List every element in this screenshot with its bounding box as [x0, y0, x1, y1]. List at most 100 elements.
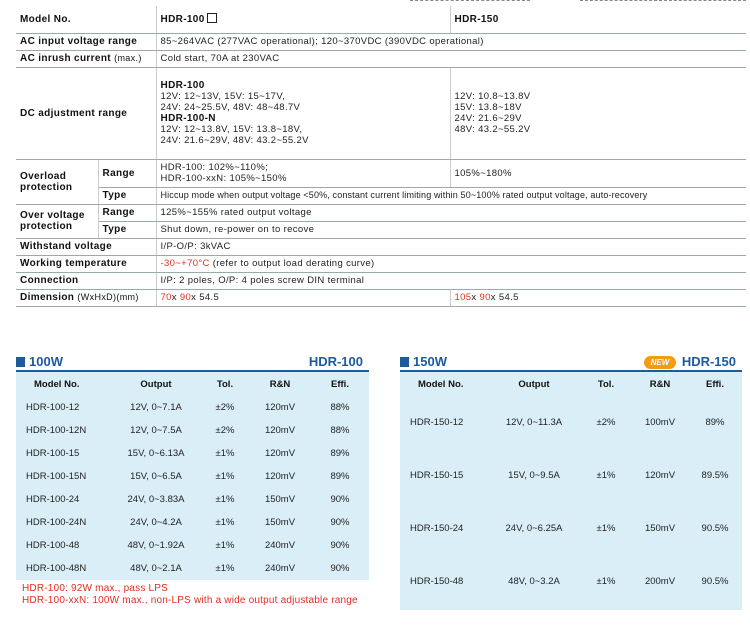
checkbox-square-icon [206, 13, 217, 24]
new-badge: NEW [644, 356, 676, 369]
effi-cell: 90% [330, 540, 350, 551]
overvoltage-type-value: Shut down, re-power on to recove [156, 221, 746, 239]
effi-cell: 89.5% [701, 470, 729, 481]
overvoltage-range-label: Range [98, 204, 157, 222]
row-dimension: Dimension (WxHxD)(mm) 70x 90x 54.5 105x … [16, 289, 746, 307]
table-row: HDR-150-48 48V, 0~3.2A ±1% 200mV 90.5% [400, 555, 742, 608]
ac-input-label: AC input voltage range [16, 33, 157, 51]
overload-range-100-line2: HDR-100-xxN: 105%~150% [160, 173, 287, 184]
col-effi: Effi. [706, 378, 724, 390]
dim100-w: 70 [160, 292, 172, 303]
panel-150w-header: 150W NEW HDR-150 [400, 352, 742, 372]
row-connection: Connection I/P: 2 poles, O/P: 4 poles sc… [16, 272, 746, 290]
tol-cell: ±2% [596, 417, 616, 428]
table-row: HDR-100-24N 24V, 0~4.2A ±1% 150mV 90% [16, 511, 369, 534]
dimension-label: Dimension [20, 292, 75, 303]
overvoltage-label-line2: protection [20, 221, 73, 232]
dc-hdr150-line4: 48V: 43.2~55.2V [454, 124, 531, 135]
rn-cell: 120mV [264, 448, 296, 459]
working-temp-range: -30~+70°C [160, 258, 210, 269]
model-cell: HDR-150-12 [410, 417, 464, 428]
col-rn: R&N [649, 378, 671, 390]
dim100-rest: x 54.5 [191, 292, 220, 303]
row-ac-input: AC input voltage range 85~264VAC (277VAC… [16, 33, 746, 51]
output-cell: 48V, 0~1.92A [127, 540, 185, 551]
tol-cell: ±1% [215, 471, 235, 482]
tol-cell: ±1% [596, 470, 616, 481]
dc-hdr150-line1: 12V: 10.8~13.8V [454, 91, 531, 102]
model-no-label: Model No. [16, 6, 157, 34]
panel-100w: 100W HDR-100 Model No. Output Tol. R&N E… [16, 352, 369, 580]
panel-100w-watt: 100W [29, 354, 63, 369]
rn-cell: 100mV [644, 417, 676, 428]
table-row: HDR-100-15N 15V, 0~6.5A ±1% 120mV 89% [16, 465, 369, 488]
row-overload-type: Type Hiccup mode when output voltage <50… [16, 187, 746, 205]
output-cell: 15V, 0~6.5A [130, 471, 182, 482]
tol-cell: ±2% [215, 425, 235, 436]
table-row: HDR-100-24 24V, 0~3.83A ±1% 150mV 90% [16, 488, 369, 511]
blue-square-icon [16, 357, 25, 367]
table-row: HDR-150-24 24V, 0~6.25A ±1% 150mV 90.5% [400, 502, 742, 555]
col-rn: R&N [269, 378, 291, 390]
dim100-h: 90 [179, 292, 192, 303]
panel-100w-header: 100W HDR-100 [16, 352, 369, 372]
effi-cell: 88% [330, 402, 350, 413]
overvoltage-label-line1: Over voltage [20, 210, 85, 221]
effi-cell: 88% [330, 425, 350, 436]
tol-cell: ±1% [215, 540, 235, 551]
tol-cell: ±2% [215, 402, 235, 413]
model-cell: HDR-100-24N [26, 517, 87, 528]
effi-cell: 90% [330, 563, 350, 574]
col-tol: Tol. [216, 378, 234, 390]
model-cell: HDR-100-48N [26, 563, 87, 574]
row-working-temp: Working temperature -30~+70°C (refer to … [16, 255, 746, 273]
dc-hdr150-line2: 15V: 13.8~18V [454, 102, 522, 113]
dc-adjust-hdr150: 12V: 10.8~13.8V 15V: 13.8~18V 24V: 21.6~… [450, 67, 746, 160]
col-model: Model No. [34, 378, 80, 390]
row-overvoltage-type: Type Shut down, re-power on to recove [16, 221, 746, 239]
row-model-no: Model No. HDR-100 HDR-150 [16, 6, 746, 34]
overload-range-hdr150: 105%~180% [450, 159, 746, 188]
overvoltage-label: Over voltage protection [16, 204, 99, 239]
rn-cell: 150mV [264, 517, 296, 528]
model-cell: HDR-150-24 [410, 523, 464, 534]
dimension-hdr150: 105x 90x 54.5 [450, 289, 746, 307]
overvoltage-type-label: Type [98, 221, 157, 239]
dc-hdr100-line2: 24V: 24~25.5V, 48V: 48~48.7V [160, 102, 301, 113]
dim150-rest: x 54.5 [490, 292, 519, 303]
ac-inrush-label: AC inrush current [20, 53, 111, 64]
ac-inrush-label-cell: AC inrush current (max.) [16, 50, 157, 68]
output-cell: 48V, 0~3.2A [508, 576, 560, 587]
tol-cell: ±1% [215, 448, 235, 459]
effi-cell: 90% [330, 517, 350, 528]
model-cell: HDR-100-15N [26, 471, 87, 482]
withstand-label: Withstand voltage [16, 238, 157, 256]
row-overvoltage-range: Over voltage protection Range 125%~155% … [16, 204, 746, 239]
dim150-x: x [471, 292, 480, 303]
model-cell: HDR-100-24 [26, 494, 80, 505]
effi-cell: 90.5% [701, 576, 729, 587]
working-temp-value: -30~+70°C (refer to output load derating… [156, 255, 746, 273]
model-cell: HDR-100-48 [26, 540, 80, 551]
panel-150w: 150W NEW HDR-150 Model No. Output Tol. R… [400, 352, 742, 610]
dc-adjust-hdr100: HDR-100 12V: 12~13V, 15V: 15~17V, 24V: 2… [156, 67, 451, 160]
rn-cell: 150mV [264, 494, 296, 505]
tol-cell: ±1% [215, 517, 235, 528]
overload-type-value: Hiccup mode when output voltage <50%, co… [156, 187, 746, 205]
model-cell: HDR-150-48 [410, 576, 464, 587]
model-cell: HDR-100-12 [26, 402, 80, 413]
model-table-100w: Model No. Output Tol. R&N Effi. HDR-100-… [16, 372, 369, 580]
row-ac-inrush: AC inrush current (max.) Cold start, 70A… [16, 50, 746, 68]
row-overload-range: Overload protection Range HDR-100: 102%~… [16, 159, 746, 205]
model-hdr100-cell: HDR-100 [156, 6, 451, 34]
working-temp-note: (refer to output load derating curve) [209, 258, 375, 269]
dimension-label-cell: Dimension (WxHxD)(mm) [16, 289, 157, 307]
rn-cell: 120mV [264, 402, 296, 413]
dim100-x: x [171, 292, 180, 303]
model-hdr100: HDR-100 [160, 14, 205, 26]
rn-cell: 120mV [264, 471, 296, 482]
dc-hdr150-line3: 24V: 21.6~29V [454, 113, 522, 124]
connection-label: Connection [16, 272, 157, 290]
effi-cell: 89% [705, 417, 725, 428]
connection-value: I/P: 2 poles, O/P: 4 poles screw DIN ter… [156, 272, 746, 290]
